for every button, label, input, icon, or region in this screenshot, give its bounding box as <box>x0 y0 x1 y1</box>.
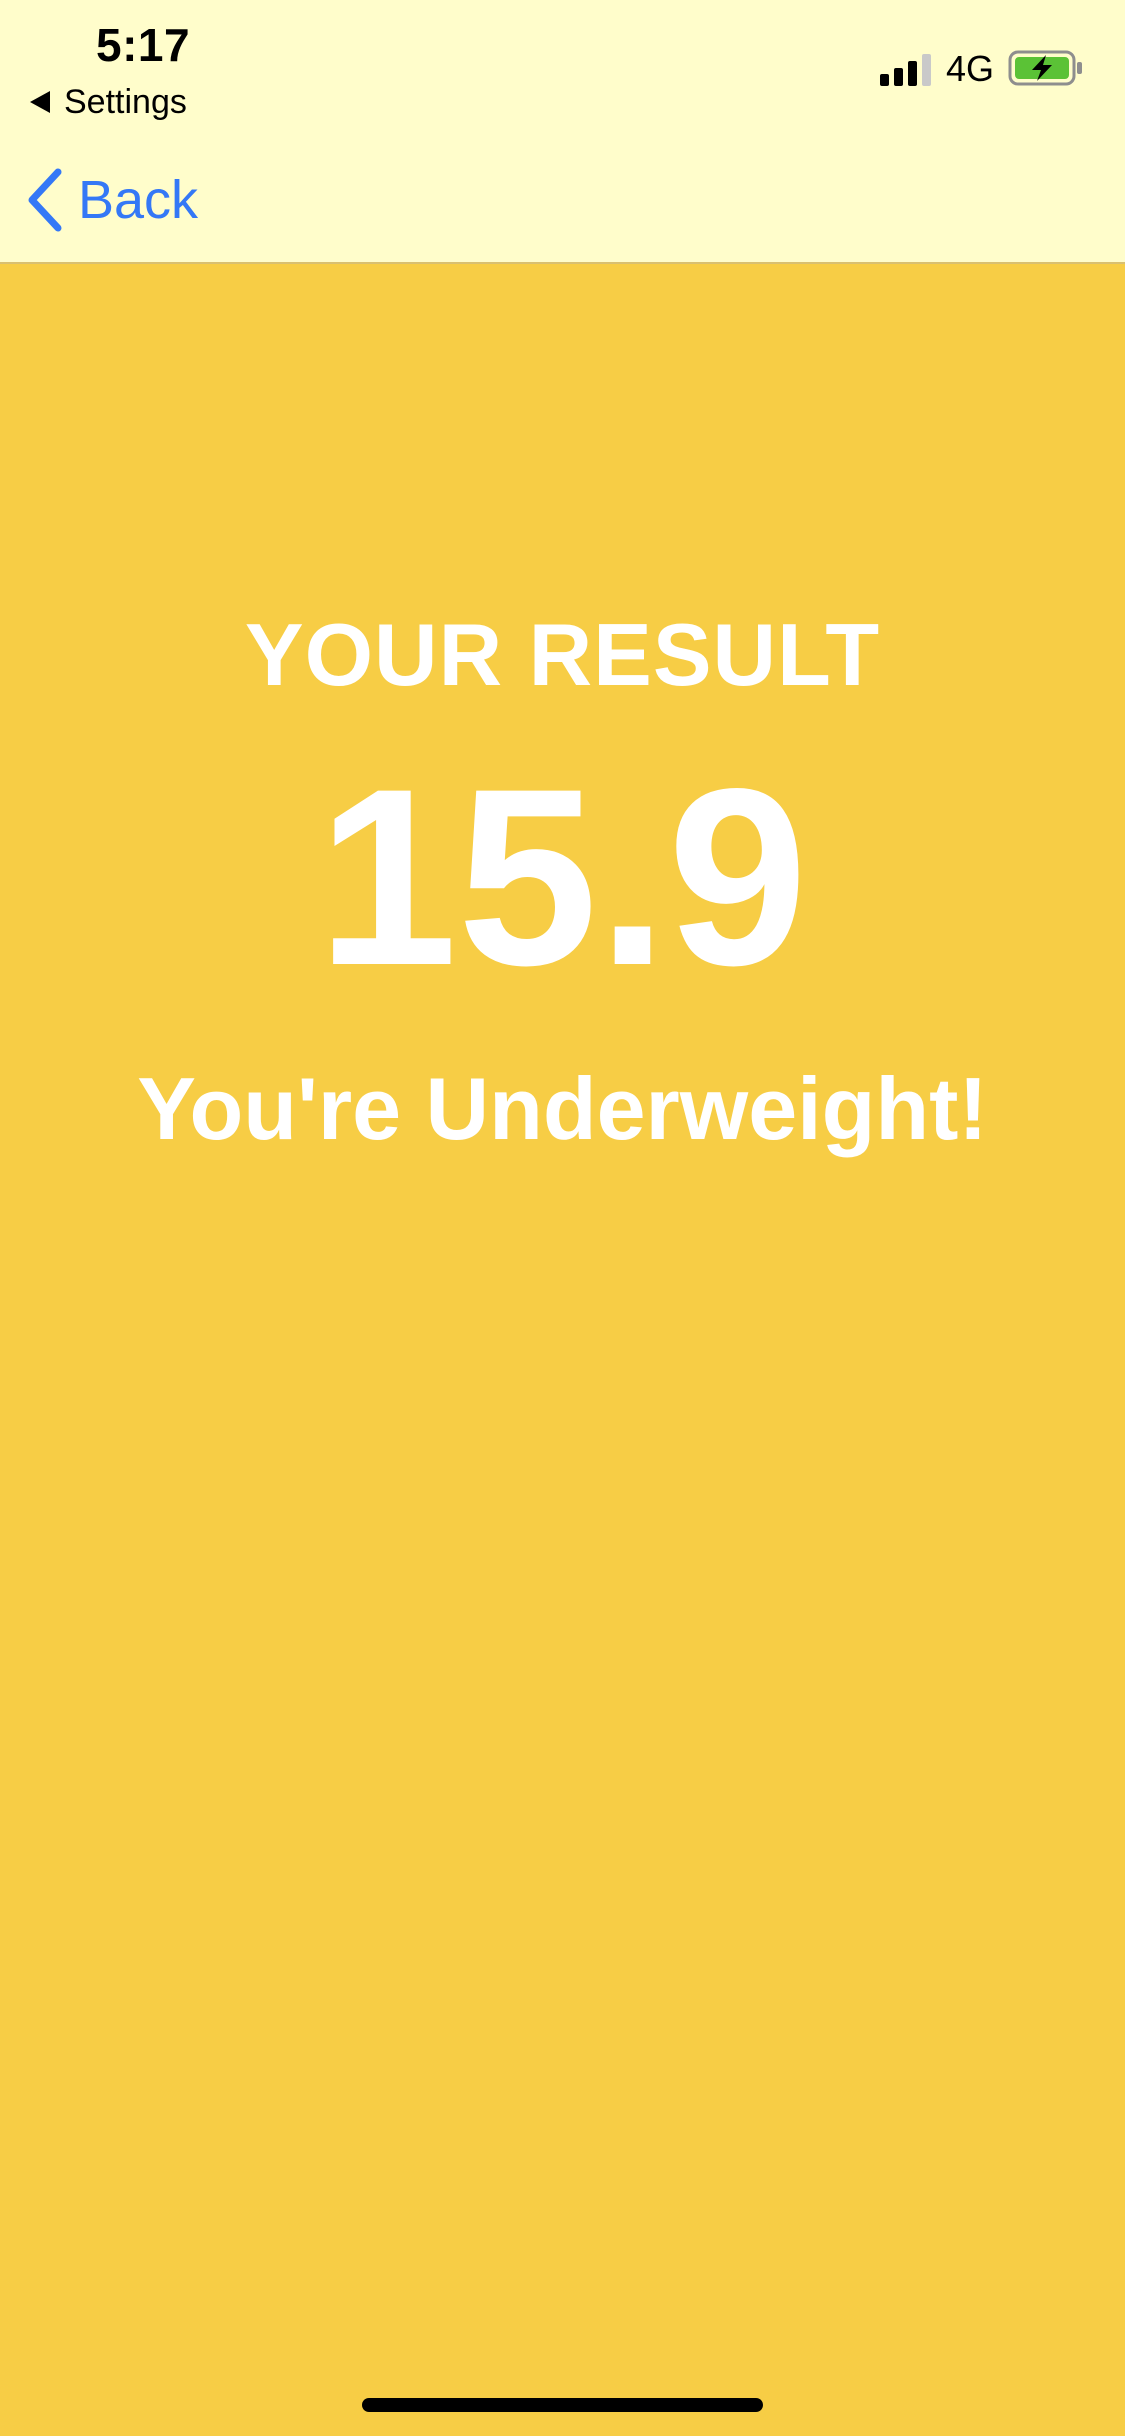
result-message: You're Underweight! <box>137 1059 988 1158</box>
battery-charging-icon <box>1008 50 1082 86</box>
back-to-app-label: Settings <box>64 82 187 121</box>
chevron-left-icon <box>28 168 62 232</box>
result-title: YOUR RESULT <box>244 605 881 704</box>
home-indicator[interactable] <box>362 2398 763 2412</box>
cellular-signal-icon <box>880 54 931 86</box>
bmi-value: 15.9 <box>317 737 808 1018</box>
back-button-label: Back <box>78 170 199 230</box>
status-time: 5:17 <box>96 19 191 71</box>
navigation-bar: 5:17 Settings 4G Back <box>0 0 1125 264</box>
back-button[interactable]: Back <box>24 164 198 236</box>
network-type: 4G <box>946 48 995 89</box>
back-triangle-icon <box>30 91 50 113</box>
back-to-app-link[interactable]: Settings <box>30 80 187 124</box>
